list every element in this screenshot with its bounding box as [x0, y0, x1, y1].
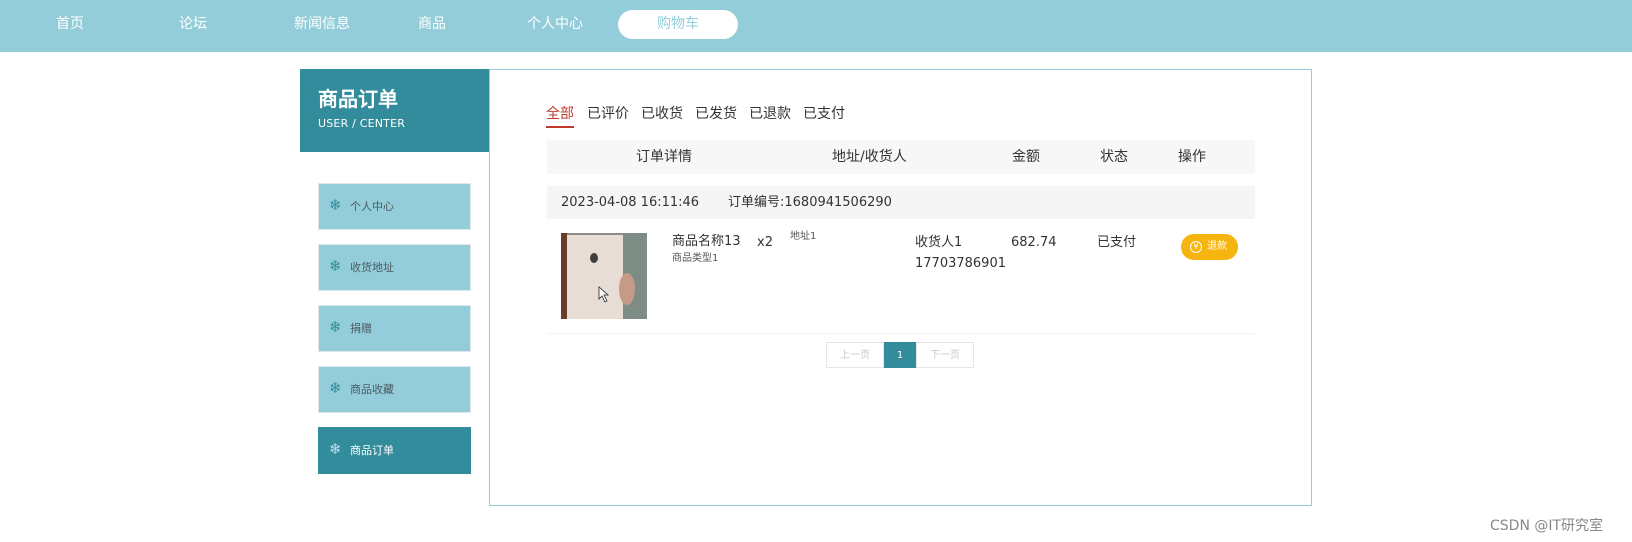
- order-amount: 682.74: [1011, 235, 1057, 250]
- tab-paid[interactable]: 已支付: [803, 104, 845, 126]
- sidebar-item-user-center[interactable]: ❄ 个人中心: [318, 183, 471, 230]
- product-image[interactable]: [561, 233, 647, 319]
- sidebar-item-label: 商品订单: [350, 444, 394, 457]
- nav-home[interactable]: 首页: [40, 10, 100, 39]
- prev-page-button[interactable]: 上一页: [826, 342, 884, 368]
- snowflake-icon: ❄: [329, 440, 342, 458]
- snowflake-icon: ❄: [329, 196, 342, 214]
- nav-cart[interactable]: 购物车: [618, 10, 738, 39]
- header-order-detail: 订单详情: [636, 149, 692, 165]
- order-datetime: 2023-04-08 16:11:46: [561, 195, 700, 210]
- refund-button-label: 退款: [1207, 241, 1227, 252]
- sidebar-item-donate[interactable]: ❄ 捐赠: [318, 305, 471, 352]
- nav-products[interactable]: 商品: [402, 10, 462, 39]
- sidebar-item-favorites[interactable]: ❄ 商品收藏: [318, 366, 471, 413]
- order-number: 订单编号:1680941506290: [728, 195, 892, 210]
- next-page-button[interactable]: 下一页: [916, 342, 974, 368]
- sidebar-subtitle: USER / CENTER: [318, 117, 406, 130]
- receiver-name: 收货人1: [915, 235, 963, 250]
- sidebar-item-label: 个人中心: [350, 200, 394, 213]
- product-type: 商品类型1: [672, 253, 719, 264]
- snowflake-icon: ❄: [329, 379, 342, 397]
- nav-user-center[interactable]: 个人中心: [515, 10, 595, 39]
- snowflake-icon: ❄: [329, 257, 342, 275]
- refund-button[interactable]: ¥ 退款: [1181, 234, 1238, 260]
- yen-coin-icon: ¥: [1190, 241, 1202, 253]
- header-action: 操作: [1178, 149, 1206, 165]
- watermark: CSDN @IT研究室: [1490, 518, 1604, 534]
- order-header: 2023-04-08 16:11:46 订单编号:1680941506290: [547, 186, 1255, 219]
- table-header: 订单详情 地址/收货人 金额 状态 操作: [547, 140, 1255, 174]
- tab-shipped[interactable]: 已发货: [695, 104, 737, 126]
- order-status: 已支付: [1097, 235, 1137, 250]
- tab-reviewed[interactable]: 已评价: [587, 104, 629, 126]
- receiver-phone: 17703786901: [915, 256, 1006, 271]
- sidebar-item-label: 收货地址: [350, 261, 394, 274]
- top-navigation: 首页 论坛 新闻信息 商品 个人中心 购物车: [0, 0, 1632, 52]
- tab-all[interactable]: 全部: [546, 104, 574, 128]
- sidebar-item-orders[interactable]: ❄ 商品订单: [318, 427, 471, 474]
- header-address: 地址/收货人: [832, 149, 907, 165]
- sidebar-item-address[interactable]: ❄ 收货地址: [318, 244, 471, 291]
- sidebar-header: 商品订单 USER / CENTER: [300, 69, 489, 152]
- header-amount: 金额: [1012, 149, 1040, 165]
- orders-panel: 全部 已评价 已收货 已发货 已退款 已支付 订单详情 地址/收货人 金额 状态…: [489, 69, 1312, 506]
- tab-refunded[interactable]: 已退款: [749, 104, 791, 126]
- sidebar-item-label: 商品收藏: [350, 383, 394, 396]
- order-address: 地址1: [790, 231, 817, 242]
- table-row: 商品名称13 商品类型1 x2 地址1 收货人1 17703786901 682…: [547, 219, 1255, 334]
- sidebar-item-label: 捐赠: [350, 322, 372, 335]
- header-status: 状态: [1100, 149, 1128, 165]
- product-quantity: x2: [757, 235, 773, 250]
- product-name[interactable]: 商品名称13: [672, 233, 741, 251]
- page-1-button[interactable]: 1: [884, 342, 916, 368]
- nav-forum[interactable]: 论坛: [163, 10, 223, 39]
- tab-received[interactable]: 已收货: [641, 104, 683, 126]
- snowflake-icon: ❄: [329, 318, 342, 336]
- sidebar-title: 商品订单: [318, 87, 398, 111]
- nav-news[interactable]: 新闻信息: [277, 10, 367, 39]
